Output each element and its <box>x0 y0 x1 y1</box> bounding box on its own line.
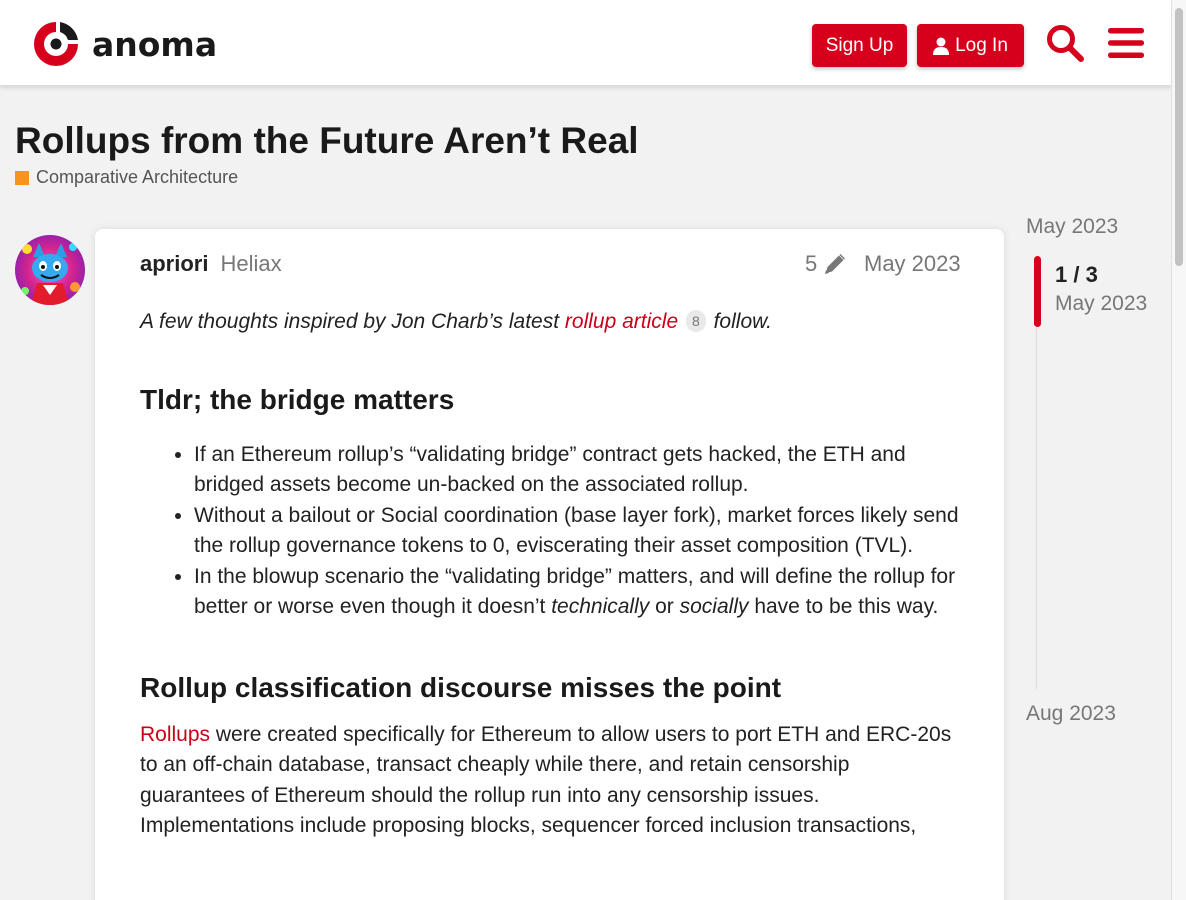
category-label: Comparative Architecture <box>36 167 239 187</box>
intro-suffix: follow. <box>707 310 772 333</box>
list-item-text: or <box>649 595 680 618</box>
topic-title[interactable]: Rollups from the Future Aren’t Real <box>15 120 639 162</box>
intro-paragraph: A few thoughts inspired by Jon Charb’s l… <box>140 307 960 338</box>
category-color-badge <box>15 170 29 185</box>
site-header: anoma Sign Up Log In <box>0 0 1171 86</box>
username-link[interactable]: apriori <box>140 251 208 277</box>
user-icon <box>933 37 950 55</box>
user-avatar[interactable] <box>15 235 85 305</box>
sign-up-button[interactable]: Sign Up <box>812 24 907 67</box>
timeline-end-date[interactable]: Aug 2023 <box>1026 702 1116 726</box>
anoma-logo-icon <box>30 18 82 70</box>
post-author: apriori Heliax <box>140 251 282 277</box>
rollup-article-link[interactable]: rollup article <box>565 310 678 333</box>
log-in-label: Log In <box>955 34 1008 56</box>
list-item: Without a bailout or Social coordination… <box>194 501 960 562</box>
rollups-link[interactable]: Rollups <box>140 723 210 746</box>
emphasis-technically: technically <box>551 595 650 618</box>
intro-text: A few thoughts inspired by Jon Charb’s l… <box>140 310 565 333</box>
pencil-icon <box>825 254 846 274</box>
logo-text: anoma <box>92 24 218 64</box>
search-icon[interactable] <box>1044 22 1086 64</box>
list-item-text: have to be this way. <box>748 595 939 618</box>
bullet-list: If an Ethereum rollup’s “validating brid… <box>194 440 960 623</box>
sign-up-label: Sign Up <box>825 34 894 56</box>
post-card: apriori Heliax 5 May 2023 A few thoughts… <box>95 229 1004 900</box>
timeline-current-date: May 2023 <box>1055 292 1148 315</box>
timeline-handle[interactable] <box>1034 256 1041 327</box>
body-paragraph: Rollups were created specifically for Et… <box>140 720 960 842</box>
site-logo[interactable]: anoma <box>30 18 217 70</box>
emphasis-socially: socially <box>679 595 749 618</box>
scrollbar-thumb[interactable] <box>1175 8 1183 266</box>
paragraph-text: were created specifically for Ethereum t… <box>140 722 952 838</box>
heading-rollup-classification: Rollup classification discourse misses t… <box>140 671 782 703</box>
log-in-button[interactable]: Log In <box>917 24 1024 67</box>
page-scrollbar[interactable] <box>1171 0 1186 900</box>
category-link[interactable]: Comparative Architecture <box>15 167 238 188</box>
edit-count: 5 <box>805 251 818 276</box>
list-item: In the blowup scenario the “validating b… <box>194 562 960 623</box>
timeline-start-date[interactable]: May 2023 <box>1026 215 1118 239</box>
post-date[interactable]: May 2023 <box>864 251 961 277</box>
timeline-position: 1 / 3 <box>1055 262 1098 287</box>
post-body: A few thoughts inspired by Jon Charb’s l… <box>140 307 960 842</box>
hamburger-menu-icon[interactable] <box>1105 22 1147 64</box>
edit-history-button[interactable]: 5 <box>805 251 847 277</box>
heading-bridge-matters: Tldr; the bridge matters <box>140 383 455 415</box>
user-title: Heliax <box>220 251 282 276</box>
list-item: If an Ethereum rollup’s “validating brid… <box>194 440 960 501</box>
link-click-count: 8 <box>685 310 706 332</box>
